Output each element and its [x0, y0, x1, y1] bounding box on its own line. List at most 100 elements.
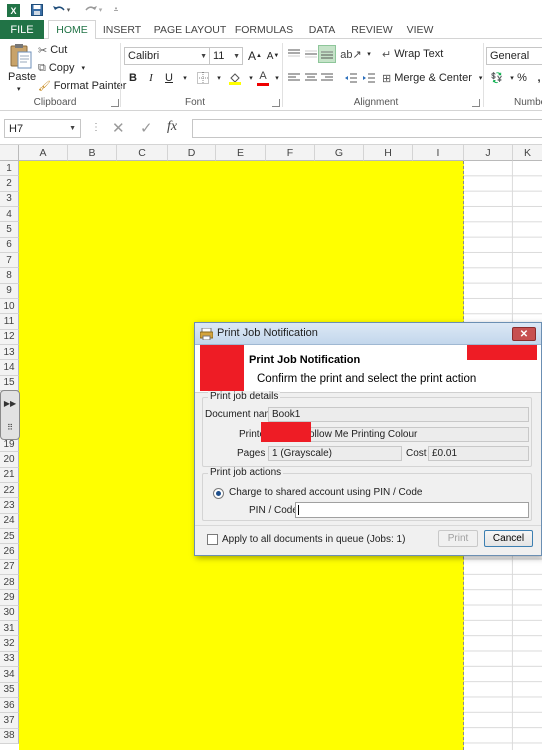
tab-page-layout[interactable]: PAGE LAYOUT — [152, 20, 228, 39]
save-icon[interactable] — [30, 2, 44, 18]
formula-input[interactable] — [192, 119, 542, 138]
name-box[interactable]: H7 ▼ — [4, 119, 81, 138]
cut-button[interactable]: ✂ Cut — [38, 42, 67, 58]
row-header[interactable]: 34 — [0, 667, 19, 683]
column-header[interactable]: I — [413, 145, 464, 161]
column-header[interactable]: H — [364, 145, 413, 161]
row-header[interactable]: 14 — [0, 360, 19, 376]
charge-shared-account-radio[interactable] — [213, 488, 224, 499]
align-left-button[interactable] — [285, 69, 303, 87]
customize-qat-icon[interactable]: ⩡ — [110, 2, 122, 18]
orientation-dropdown-icon[interactable]: ▾ — [360, 45, 378, 63]
increase-indent-button[interactable] — [360, 69, 378, 87]
bottom-align-button[interactable] — [318, 45, 336, 63]
select-all-corner[interactable] — [0, 145, 19, 161]
cancel-formula-icon[interactable]: ✕ — [112, 119, 125, 137]
row-header[interactable]: 22 — [0, 483, 19, 499]
italic-button[interactable]: I — [142, 69, 160, 87]
cancel-button[interactable]: Cancel — [484, 530, 533, 547]
apply-all-checkbox[interactable] — [207, 534, 218, 545]
print-button[interactable]: Print — [438, 530, 478, 547]
row-header[interactable]: 32 — [0, 636, 19, 652]
row-header[interactable]: 15 — [0, 375, 19, 392]
font-name-dropdown[interactable]: Calibri ▼ — [124, 47, 210, 65]
row-header[interactable]: 26 — [0, 544, 19, 560]
column-header[interactable]: K — [513, 145, 542, 161]
side-panel-handle[interactable]: ▶▶ ⠿ — [0, 390, 20, 440]
row-header[interactable]: 21 — [0, 467, 19, 484]
enter-formula-icon[interactable]: ✓ — [140, 119, 153, 137]
row-header[interactable]: 33 — [0, 651, 19, 668]
row-header[interactable]: 1 — [0, 161, 19, 177]
chevron-down-icon: ▼ — [233, 53, 240, 60]
row-header[interactable]: 23 — [0, 498, 19, 514]
row-header[interactable]: 37 — [0, 713, 19, 729]
row-header[interactable]: 29 — [0, 590, 19, 606]
copy-button[interactable]: ⧉ Copy ▾ — [38, 60, 85, 76]
row-header[interactable]: 8 — [0, 268, 19, 284]
tab-data[interactable]: DATA — [302, 20, 342, 39]
row-header[interactable]: 12 — [0, 329, 19, 346]
tab-file[interactable]: FILE — [0, 20, 44, 39]
row-header[interactable]: 31 — [0, 621, 19, 637]
redo-icon[interactable]: ▾ — [82, 2, 104, 18]
row-header[interactable]: 2 — [0, 176, 19, 192]
orientation-button[interactable]: ab↗ — [340, 45, 361, 63]
shrink-font-button[interactable]: A ▼ — [264, 47, 282, 65]
row-header[interactable]: 20 — [0, 452, 19, 468]
wrap-text-button[interactable]: ↵ Wrap Text — [382, 46, 443, 62]
row-header[interactable]: 28 — [0, 575, 19, 591]
row-header[interactable]: 9 — [0, 283, 19, 300]
merge-center-button[interactable]: ⊞ Merge & Center ▾ — [382, 70, 482, 86]
grow-font-button[interactable]: A ▲ — [246, 47, 264, 65]
column-header[interactable]: D — [168, 145, 216, 161]
comma-button[interactable]: , — [530, 69, 542, 87]
tab-insert[interactable]: INSERT — [100, 20, 144, 39]
column-header[interactable]: C — [117, 145, 168, 161]
font-size-dropdown[interactable]: 11 ▼ — [209, 47, 243, 65]
row-header[interactable]: 5 — [0, 222, 19, 238]
column-header[interactable]: G — [315, 145, 364, 161]
tab-formulas[interactable]: FORMULAS — [234, 20, 294, 39]
bold-button[interactable]: B — [124, 69, 142, 87]
row-header[interactable]: 25 — [0, 529, 19, 545]
column-header[interactable]: A — [19, 145, 68, 161]
tab-review[interactable]: REVIEW — [350, 20, 394, 39]
row-header[interactable]: 7 — [0, 253, 19, 269]
underline-dropdown-icon[interactable]: ▾ — [176, 69, 194, 87]
number-format-dropdown[interactable]: General — [486, 47, 542, 65]
row-header[interactable]: 4 — [0, 207, 19, 223]
row-header[interactable]: 11 — [0, 314, 19, 330]
row-header[interactable]: 27 — [0, 559, 19, 576]
tab-view[interactable]: VIEW — [402, 20, 438, 39]
row-header[interactable]: 3 — [0, 191, 19, 207]
format-painter-button[interactable]: 🖌 Format Painter — [38, 78, 126, 94]
paste-button[interactable]: Paste ▾ — [6, 43, 36, 95]
top-align-button[interactable] — [285, 45, 303, 63]
row-header[interactable]: 30 — [0, 605, 19, 622]
percent-button[interactable]: % — [513, 69, 531, 87]
pin-code-input[interactable] — [295, 502, 529, 518]
close-button[interactable]: ✕ — [512, 327, 536, 341]
tab-home[interactable]: HOME — [48, 20, 96, 40]
decrease-indent-button[interactable] — [342, 69, 360, 87]
dialog-titlebar[interactable]: Print Job Notification ✕ — [195, 323, 541, 345]
font-launcher-icon[interactable] — [272, 99, 280, 107]
row-header[interactable]: 6 — [0, 237, 19, 254]
row-header[interactable]: 35 — [0, 682, 19, 698]
row-header[interactable]: 36 — [0, 697, 19, 714]
column-header[interactable]: B — [68, 145, 117, 161]
column-header[interactable]: J — [464, 145, 513, 161]
clipboard-launcher-icon[interactable] — [111, 99, 119, 107]
font-color-dropdown-icon[interactable]: ▾ — [268, 69, 286, 87]
row-header[interactable]: 13 — [0, 345, 19, 361]
row-header[interactable]: 38 — [0, 728, 19, 744]
column-header[interactable]: F — [266, 145, 315, 161]
row-header[interactable]: 24 — [0, 513, 19, 530]
column-header[interactable]: E — [216, 145, 266, 161]
alignment-launcher-icon[interactable] — [472, 99, 480, 107]
undo-icon[interactable]: ▾ — [50, 2, 72, 18]
insert-function-icon[interactable]: fx — [167, 119, 177, 135]
align-right-button[interactable] — [318, 69, 336, 87]
row-header[interactable]: 10 — [0, 299, 19, 315]
